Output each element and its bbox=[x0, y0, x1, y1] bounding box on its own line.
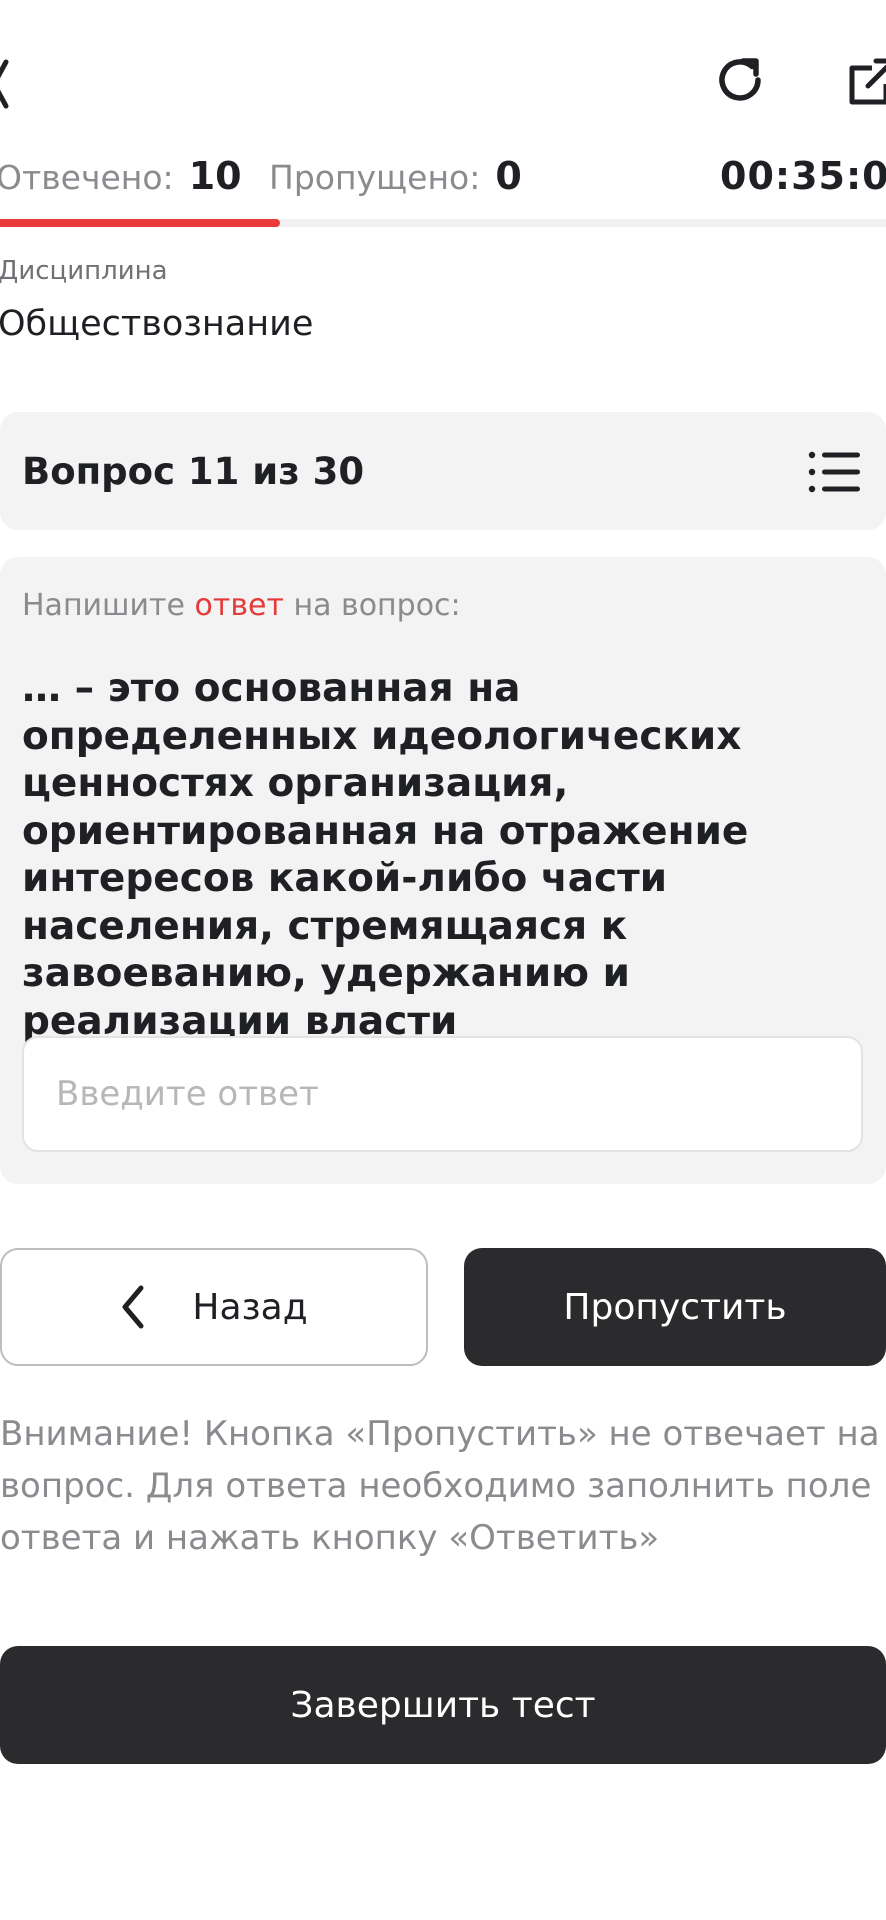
skipped-value: 0 bbox=[495, 154, 522, 198]
back-chevron-icon[interactable] bbox=[0, 58, 12, 110]
external-link-icon[interactable] bbox=[846, 56, 886, 108]
answered-stat: Отвечено: 10 bbox=[0, 154, 242, 198]
answered-label: Отвечено: bbox=[0, 158, 174, 197]
instruction-prefix: Напишите bbox=[22, 588, 195, 623]
skip-button-label: Пропустить bbox=[563, 1286, 787, 1328]
skipped-stat: Пропущено: 0 bbox=[269, 154, 522, 198]
discipline-label: Дисциплина bbox=[0, 256, 168, 286]
question-list-icon[interactable] bbox=[808, 450, 862, 494]
timer: 00:35:03 bbox=[720, 154, 886, 198]
chevron-left-icon bbox=[120, 1285, 146, 1329]
question-instruction: Напишите ответ на вопрос: bbox=[22, 588, 461, 623]
instruction-accent: ответ bbox=[194, 588, 284, 623]
back-button[interactable]: Назад bbox=[0, 1248, 428, 1366]
answer-input[interactable] bbox=[22, 1036, 863, 1152]
skip-notice: Внимание! Кнопка «Пропустить» не отвечае… bbox=[0, 1414, 880, 1558]
refresh-icon[interactable] bbox=[712, 52, 768, 108]
skipped-label: Пропущено: bbox=[269, 158, 481, 197]
answered-value: 10 bbox=[188, 154, 242, 198]
progress-fill bbox=[0, 219, 280, 227]
question-counter: Вопрос 11 из 30 bbox=[22, 450, 365, 493]
discipline-value: Обществознание bbox=[0, 304, 314, 344]
skip-button[interactable]: Пропустить bbox=[464, 1248, 886, 1366]
back-button-label: Назад bbox=[192, 1286, 308, 1328]
question-text: … – это основанная на определенных идеол… bbox=[22, 666, 749, 1044]
finish-test-button[interactable]: Завершить тест bbox=[0, 1646, 886, 1764]
instruction-suffix: на вопрос: bbox=[283, 588, 461, 623]
finish-test-label: Завершить тест bbox=[290, 1684, 596, 1726]
